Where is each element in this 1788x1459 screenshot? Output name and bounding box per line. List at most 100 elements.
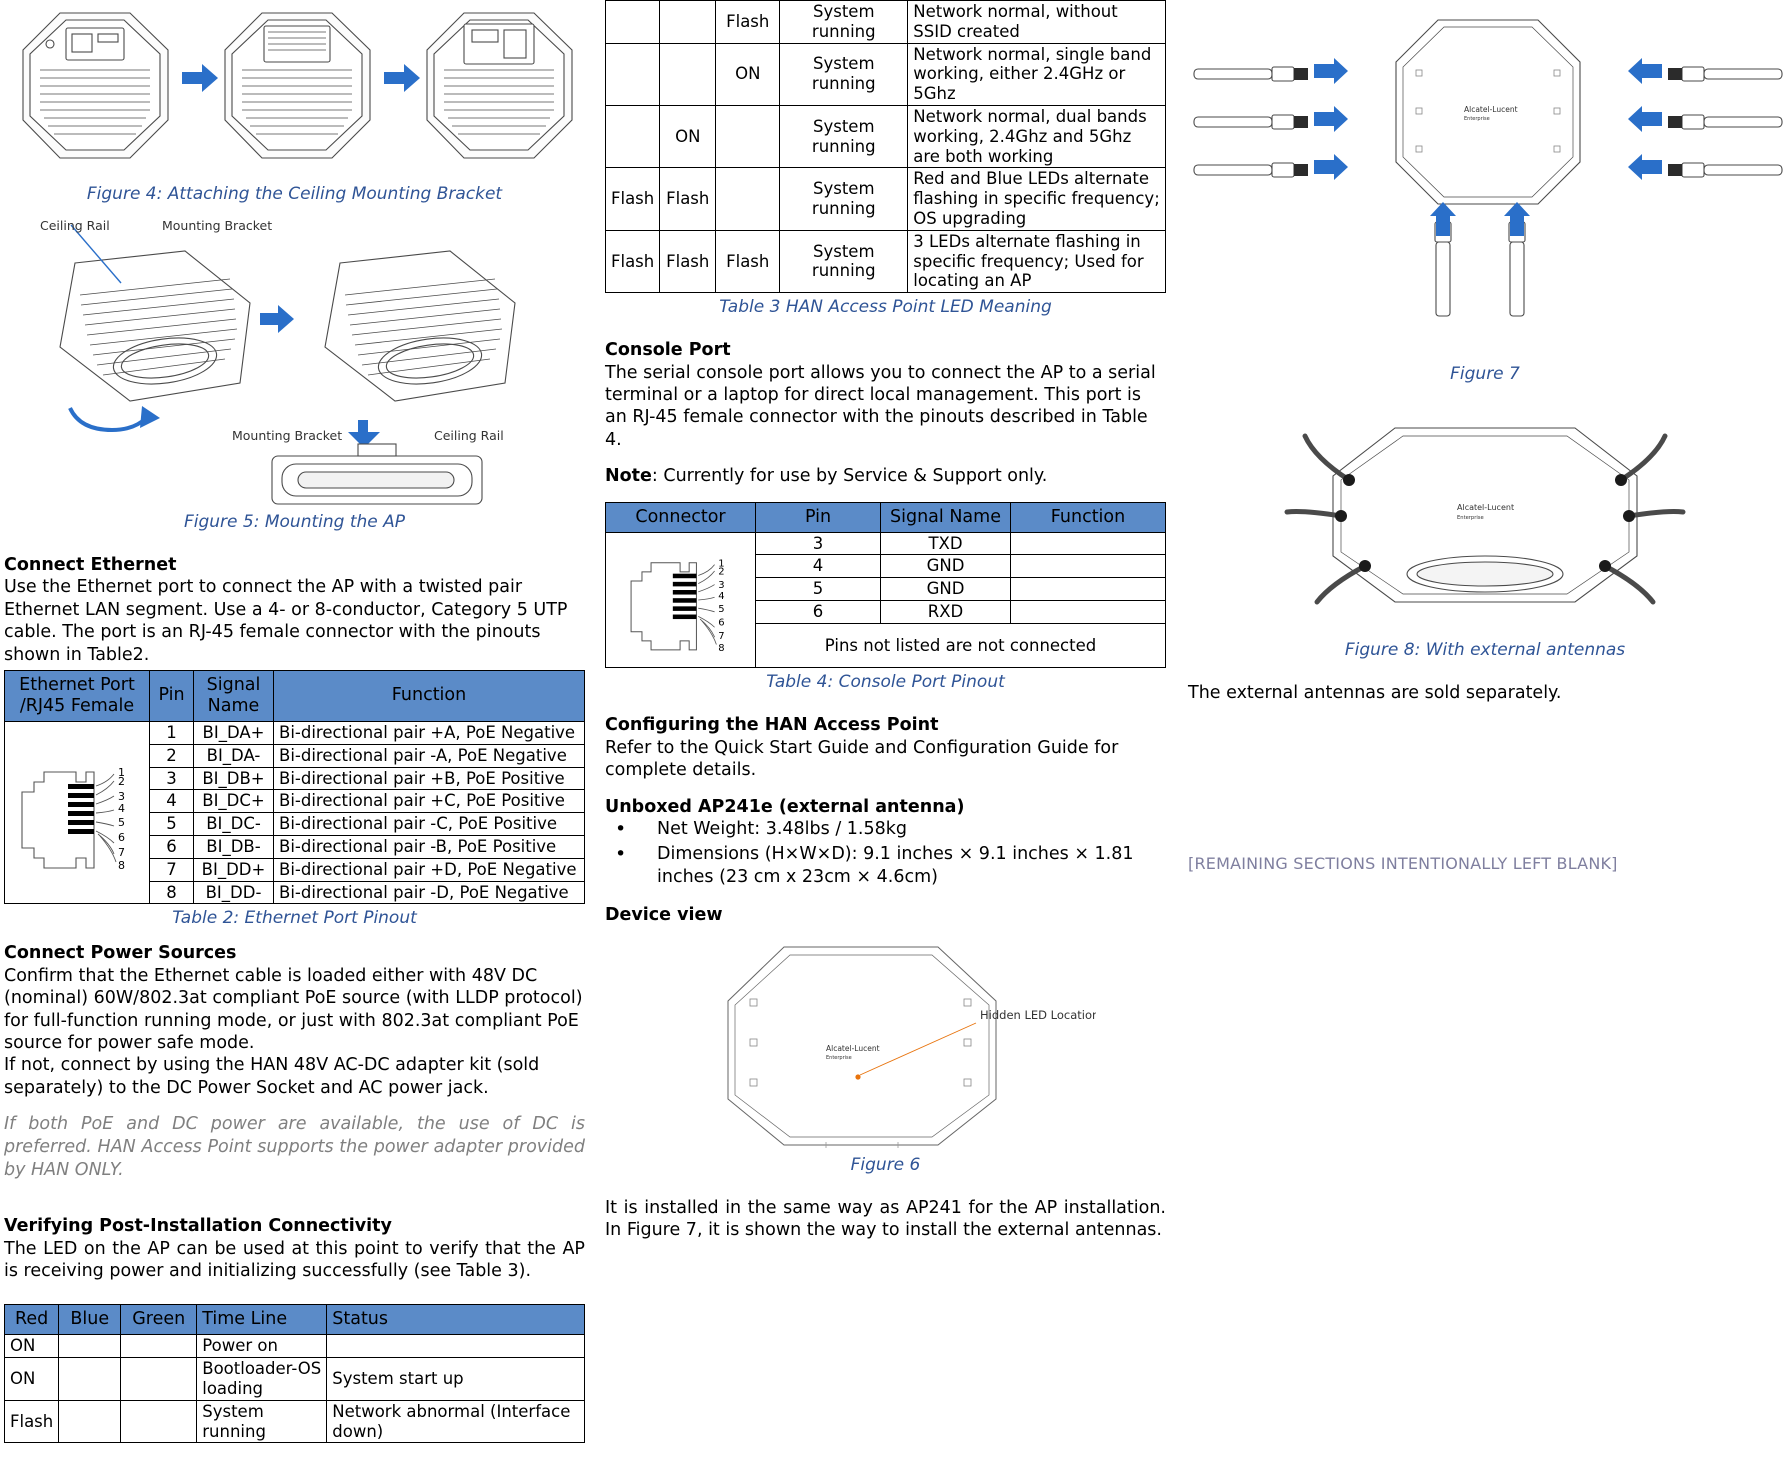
cell-function: Bi-directional pair -A, PoE Negative (273, 743, 585, 768)
th-time-line: Time Line (196, 1304, 328, 1336)
table-header-row: Ethernet Port /RJ45 Female Pin Signal Na… (4, 669, 585, 722)
cell-blue: Flash (659, 167, 717, 231)
figure-8-caption: Figure 8: With external antennas (1344, 640, 1626, 660)
cell-red (604, 0, 661, 44)
cell-blue (58, 1334, 122, 1359)
svg-text:6: 6 (118, 831, 125, 844)
table-3-caption: Table 3 HAN Access Point LED Meaning (719, 297, 1052, 318)
cell-timeline: System running (196, 1399, 328, 1444)
table-ethernet-port-pinout: Ethernet Port /RJ45 Female Pin Signal Na… (4, 669, 585, 905)
figure-6-image: Alcatel-Lucent Enterprise Hidden LED Loc… (605, 939, 1166, 1151)
cell-pin: 3 (755, 531, 881, 556)
rj45-jack-icon: 12 34 56 78 (630, 558, 724, 654)
brand-subtext: Enterprise (1457, 515, 1484, 521)
table-header-row: Connector Pin Signal Name Function (605, 501, 1166, 533)
brand-subtext: Enterprise (1464, 116, 1490, 122)
device-view-heading: Device view (605, 905, 723, 926)
svg-text:6: 6 (718, 617, 724, 628)
cell-timeline: System running (779, 104, 909, 169)
connect-power-body-1: Confirm that the Ethernet cable is loade… (4, 965, 583, 1053)
cell-green: ON (715, 42, 781, 106)
label-mounting-bracket: Mounting Bracket (162, 218, 272, 233)
cell-pin: 8 (149, 880, 194, 905)
cell-signal: GND (880, 554, 1011, 579)
th-function: Function (1010, 501, 1166, 533)
cell-green: Flash (715, 0, 781, 44)
cell-status: Network abnormal (Interface down) (326, 1399, 585, 1444)
cell-signal: BI_DC- (193, 812, 274, 836)
middle-column: Flash System running Network normal, wit… (595, 0, 1180, 1459)
cell-signal: BI_DB- (193, 834, 274, 859)
cell-pins-not-listed: Pins not listed are not connected (755, 622, 1166, 669)
table-console-port-pinout: Connector Pin Signal Name Function 1 2 3… (605, 501, 1166, 669)
cell-blue: ON (659, 104, 717, 169)
left-column: Figure 4: Attaching the Ceiling Mounting… (0, 0, 595, 1459)
figure-8-image: Alcatel-Lucent Enterprise (1188, 406, 1782, 636)
cell-red: Flash (604, 167, 661, 231)
cell-pin: 7 (149, 857, 194, 882)
cell-green (120, 1399, 198, 1444)
verifying-heading: Verifying Post-Installation Connectivity (4, 1216, 392, 1237)
table-row: ON System running Network normal, dual b… (604, 104, 1166, 169)
svg-text:2: 2 (118, 775, 125, 788)
cell-signal: BI_DB+ (193, 766, 274, 791)
hidden-led-location-label: Hidden LED Location (980, 1008, 1096, 1022)
rj45-jack-icon: 12 34 56 78 (21, 766, 125, 872)
brand-text: Alcatel-Lucent (1464, 105, 1518, 114)
cell-red: Flash (604, 229, 661, 294)
antenna-sold-separately-note: The external antennas are sold separatel… (1188, 683, 1562, 703)
cell-status: Network normal, single band working, eit… (907, 42, 1166, 106)
th-green: Green (120, 1304, 198, 1336)
cell-blue: Flash (659, 229, 717, 294)
rj45-connector-illustration-cell: 12 34 56 78 (605, 531, 756, 669)
cell-status (326, 1334, 585, 1359)
th-connector: Connector (605, 501, 756, 533)
connect-ethernet-body: Use the Ethernet port to connect the AP … (4, 577, 568, 665)
configuring-body: Refer to the Quick Start Guide and Confi… (605, 737, 1119, 781)
cell-red: ON (3, 1334, 60, 1359)
svg-text:8: 8 (118, 859, 125, 872)
figure-7-caption: Figure 7 (1450, 364, 1520, 384)
cell-status: Network normal, dual bands working, 2.4G… (907, 104, 1166, 169)
cell-green (120, 1357, 198, 1401)
cell-status: Network normal, without SSID created (907, 0, 1166, 44)
svg-text:4: 4 (718, 591, 724, 602)
document-page: Figure 4: Attaching the Ceiling Mounting… (0, 0, 1788, 1459)
table-row: Flash System running Network normal, wit… (604, 0, 1166, 44)
cell-green (715, 167, 781, 231)
svg-text:7: 7 (718, 631, 724, 642)
configuring-heading: Configuring the HAN Access Point (605, 715, 939, 736)
table-row: 12 34 56 78 3 TXD (605, 531, 1166, 669)
figure-4-caption: Figure 4: Attaching the Ceiling Mounting… (86, 184, 503, 204)
th-signal-name: Signal Name (880, 501, 1011, 533)
label-mounting-bracket-2: Mounting Bracket (232, 428, 342, 443)
cell-status: System start up (326, 1357, 585, 1401)
cell-red: Flash (3, 1399, 60, 1444)
cell-function (1010, 554, 1166, 579)
cell-blue (659, 42, 717, 106)
console-port-body: The serial console port allows you to co… (605, 362, 1156, 450)
table-2-caption: Table 2: Ethernet Port Pinout (172, 908, 417, 929)
cell-green: Flash (715, 229, 781, 294)
cell-signal: BI_DC+ (193, 789, 274, 814)
cell-red: ON (3, 1357, 60, 1401)
svg-text:3: 3 (718, 580, 724, 591)
th-status: Status (326, 1304, 585, 1336)
cell-signal: TXD (880, 531, 1011, 556)
cell-green (715, 104, 781, 169)
rj45-connector-illustration-cell: 12 34 56 78 (4, 720, 150, 905)
th-ethernet-port: Ethernet Port /RJ45 Female (4, 669, 150, 722)
cell-blue (58, 1357, 122, 1401)
th-red: Red (3, 1304, 60, 1336)
unboxed-ap241e-specs: Net Weight: 3.48lbs / 1.58kg Dimensions … (605, 817, 1166, 888)
cell-function: Bi-directional pair +A, PoE Negative (273, 720, 585, 745)
label-ceiling-rail: Ceiling Rail (40, 218, 110, 233)
closing-paragraph: It is installed in the same way as AP241… (605, 1197, 1166, 1241)
cell-red (604, 104, 661, 169)
cell-pin: 4 (149, 789, 194, 814)
th-blue: Blue (58, 1304, 122, 1336)
table-row: Flash System running Network abnormal (I… (3, 1399, 585, 1444)
cell-pin: 1 (149, 720, 194, 745)
figure-5-image: Ceiling Rail Mounting Bracket Mounting B… (4, 218, 585, 508)
brand-text: Alcatel-Lucent (1457, 503, 1514, 512)
